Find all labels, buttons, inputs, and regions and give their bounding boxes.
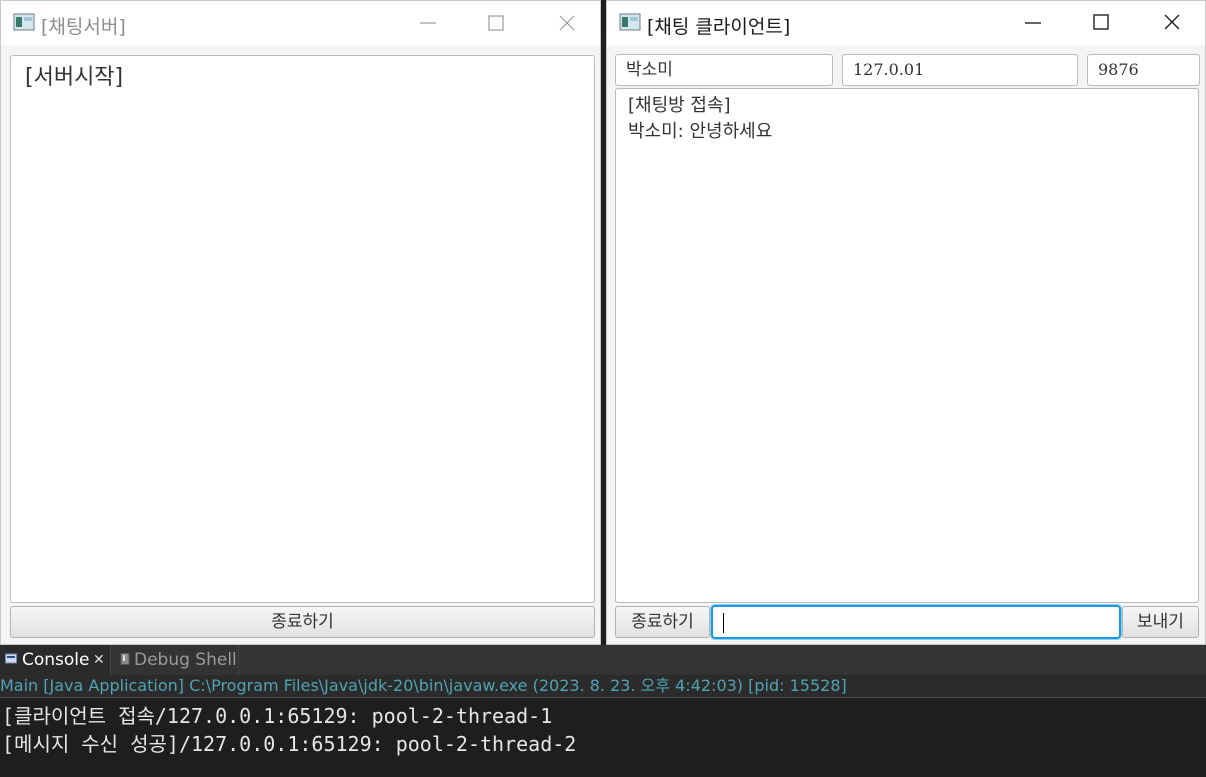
server-window: [채팅서버] [서버시작] 종료하기 <box>0 0 601 645</box>
launch-info: Main [Java Application] C:\Program Files… <box>0 675 1206 698</box>
message-input[interactable] <box>711 605 1121 639</box>
port-field[interactable]: 9876 <box>1087 54 1200 86</box>
tab-debug-shell-label: Debug Shell <box>134 650 237 670</box>
debug-shell-icon <box>120 653 130 665</box>
tab-console-label: Console <box>22 650 90 670</box>
maximize-icon[interactable] <box>464 1 528 45</box>
console-output[interactable]: [클라이언트 접속/127.0.0.1:65129: pool-2-thread… <box>0 698 1206 777</box>
ip-field[interactable]: 127.0.01 <box>842 54 1078 86</box>
server-exit-button[interactable]: 종료하기 <box>10 606 595 638</box>
client-exit-button[interactable]: 종료하기 <box>615 606 710 638</box>
client-titlebar[interactable]: [채팅 클라이언트] <box>607 1 1205 45</box>
console-line: [메시지 수신 성공]/127.0.0.1:65129: pool-2-thre… <box>2 732 577 756</box>
close-icon[interactable]: ✕ <box>93 645 105 675</box>
send-button[interactable]: 보내기 <box>1122 606 1199 638</box>
server-log-area[interactable]: [서버시작] <box>10 55 595 603</box>
close-icon[interactable] <box>1140 1 1204 45</box>
server-titlebar[interactable]: [채팅서버] <box>1 1 600 45</box>
maximize-icon[interactable] <box>1069 1 1133 45</box>
console-icon <box>5 653 17 664</box>
close-icon[interactable] <box>535 1 599 45</box>
app-icon <box>13 13 35 31</box>
tab-debug-shell[interactable]: Debug Shell <box>114 645 239 675</box>
tab-console[interactable]: Console ✕ <box>0 645 111 675</box>
console-line: [클라이언트 접속/127.0.0.1:65129: pool-2-thread… <box>2 704 553 728</box>
text-caret <box>723 613 724 633</box>
client-window: [채팅 클라이언트] 박소미 127.0.01 9876 [채팅방 접속] 박소… <box>606 0 1206 645</box>
console-tab-bar: Console ✕ Debug Shell <box>0 645 1206 675</box>
minimize-icon[interactable] <box>396 1 460 45</box>
chat-log-area[interactable]: [채팅방 접속] 박소미: 안녕하세요 <box>615 88 1199 603</box>
name-field[interactable]: 박소미 <box>615 54 833 86</box>
app-icon <box>619 13 641 31</box>
client-window-title: [채팅 클라이언트] <box>647 16 791 38</box>
minimize-icon[interactable] <box>1001 1 1065 45</box>
server-window-title: [채팅서버] <box>41 16 126 38</box>
